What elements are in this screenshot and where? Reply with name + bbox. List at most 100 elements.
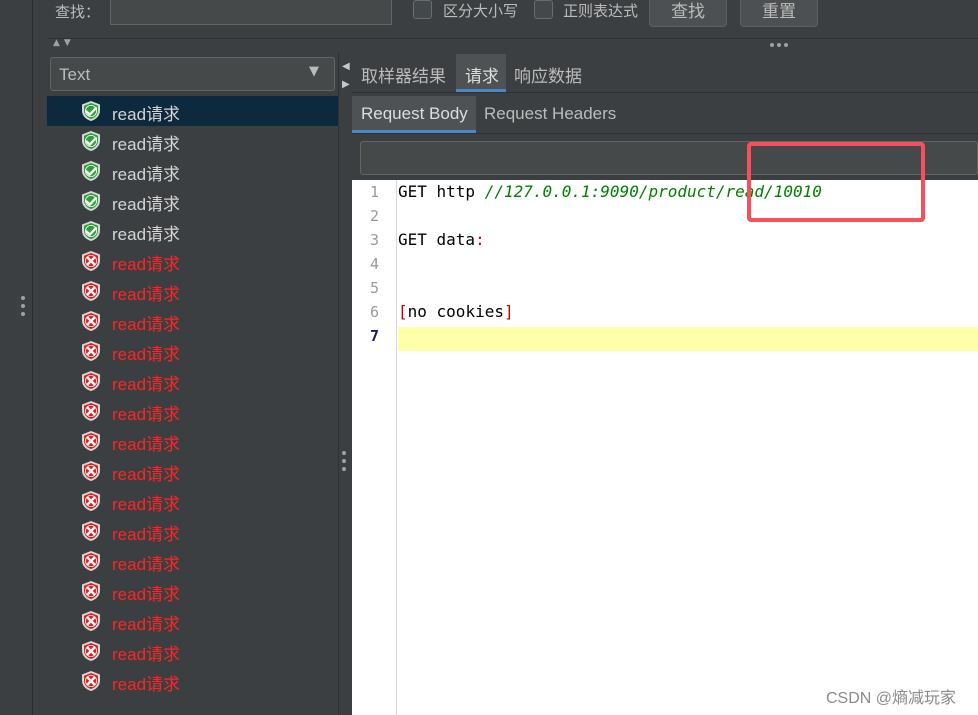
- tree-item-label: read请求: [112, 285, 181, 304]
- renderer-select-value: Text: [59, 65, 91, 84]
- tree-item-label: read请求: [112, 165, 181, 184]
- tree-item[interactable]: read请求: [47, 486, 338, 516]
- code-line-6: [no cookies]: [398, 302, 514, 321]
- tree-item-label: read请求: [112, 555, 181, 574]
- error-shield-icon: [80, 430, 102, 452]
- tab-request-body[interactable]: Request Body: [352, 96, 476, 133]
- tree-item[interactable]: read请求: [47, 306, 338, 336]
- tree-item-label: read请求: [112, 195, 181, 214]
- current-line-highlight: [398, 327, 978, 351]
- tree-item-label: read请求: [112, 105, 181, 124]
- line-number: 2: [369, 207, 379, 225]
- tree-item[interactable]: read请求: [47, 516, 338, 546]
- line-number: 6: [369, 303, 379, 321]
- tree-item[interactable]: read请求: [47, 366, 338, 396]
- regex-checkbox[interactable]: [534, 0, 553, 19]
- success-shield-icon: [80, 130, 102, 152]
- splitter-arrows-icon[interactable]: ◀ ▶: [342, 58, 350, 94]
- request-data-label: GET data: [398, 230, 476, 249]
- request-body-editor[interactable]: [352, 180, 978, 715]
- top-divider: [47, 38, 978, 52]
- tree-item[interactable]: read请求: [47, 426, 338, 456]
- error-shield-icon: [80, 490, 102, 512]
- outer-side-strip: [0, 0, 33, 715]
- error-shield-icon: [80, 250, 102, 272]
- tree-item[interactable]: read请求: [47, 126, 338, 156]
- code-line-3: GET data:: [398, 230, 485, 249]
- tree-item[interactable]: read请求: [47, 546, 338, 576]
- annotation-highlight-box: [747, 142, 925, 222]
- outer-splitter-grip[interactable]: [20, 296, 26, 318]
- error-shield-icon: [80, 400, 102, 422]
- tree-item-label: read请求: [112, 525, 181, 544]
- tree-item-label: read请求: [112, 405, 181, 424]
- error-shield-icon: [80, 610, 102, 632]
- line-number: 1: [369, 183, 379, 201]
- watermark: CSDN @熵减玩家: [826, 690, 957, 707]
- tree-item[interactable]: read请求: [47, 666, 338, 696]
- error-shield-icon: [80, 460, 102, 482]
- request-method: GET http: [398, 182, 476, 201]
- tab-request[interactable]: 请求: [456, 54, 506, 92]
- case-sensitive-label: 区分大小写: [443, 2, 519, 20]
- reset-button[interactable]: 重置: [740, 0, 818, 27]
- error-shield-icon: [80, 310, 102, 332]
- error-shield-icon: [80, 670, 102, 692]
- panel-splitter[interactable]: [338, 52, 352, 715]
- tree-item[interactable]: read请求: [47, 96, 338, 126]
- tab-response-data[interactable]: 响应数据: [514, 62, 582, 87]
- search-input[interactable]: [110, 0, 392, 25]
- error-shield-icon: [80, 340, 102, 362]
- line-number: 3: [369, 231, 379, 249]
- tree-item-label: read请求: [112, 435, 181, 454]
- renderer-select[interactable]: [50, 57, 335, 91]
- tree-item[interactable]: read请求: [47, 216, 338, 246]
- success-shield-icon: [80, 190, 102, 212]
- tree-item[interactable]: read请求: [47, 606, 338, 636]
- tree-item-label: read请求: [112, 645, 181, 664]
- tree-item[interactable]: read请求: [47, 456, 338, 486]
- tree-item[interactable]: read请求: [47, 636, 338, 666]
- tree-item[interactable]: read请求: [47, 336, 338, 366]
- tree-item-label: read请求: [112, 675, 181, 694]
- error-shield-icon: [80, 370, 102, 392]
- tab-sampler-result[interactable]: 取样器结果: [361, 62, 446, 87]
- search-label: 查找：: [55, 3, 101, 21]
- tree-item-label: read请求: [112, 225, 181, 244]
- tree-item-label: read请求: [112, 615, 181, 634]
- error-shield-icon: [80, 550, 102, 572]
- error-shield-icon: [80, 580, 102, 602]
- bracket-close: ]: [503, 302, 514, 321]
- cookies-text: no cookies: [407, 302, 504, 321]
- tree-item-label: read请求: [112, 255, 181, 274]
- tab-request-headers[interactable]: Request Headers: [484, 104, 616, 124]
- tree-item-label: read请求: [112, 495, 181, 514]
- error-shield-icon: [80, 520, 102, 542]
- tree-item-label: read请求: [112, 345, 181, 364]
- case-sensitive-checkbox[interactable]: [413, 0, 432, 19]
- success-shield-icon: [80, 100, 102, 122]
- chevron-down-icon[interactable]: ▼: [309, 64, 319, 79]
- success-shield-icon: [80, 160, 102, 182]
- tree-item[interactable]: read请求: [47, 576, 338, 606]
- tree-item-label: read请求: [112, 135, 181, 154]
- tree-item[interactable]: read请求: [47, 276, 338, 306]
- splitter-grip[interactable]: [342, 451, 348, 471]
- tree-item[interactable]: read请求: [47, 396, 338, 426]
- tree-item[interactable]: read请求: [47, 156, 338, 186]
- error-shield-icon: [80, 640, 102, 662]
- tree-item-label: read请求: [112, 315, 181, 334]
- regex-label: 正则表达式: [563, 2, 639, 20]
- collapse-arrows-icon[interactable]: ▲▼: [53, 38, 75, 48]
- success-shield-icon: [80, 220, 102, 242]
- error-shield-icon: [80, 280, 102, 302]
- line-number: 5: [369, 279, 379, 297]
- line-number-current: 7: [369, 327, 379, 345]
- tabs-divider: [352, 92, 978, 93]
- tree-item[interactable]: read请求: [47, 246, 338, 276]
- drag-handle-icon[interactable]: [770, 43, 790, 47]
- line-number: 4: [369, 255, 379, 273]
- tree-item[interactable]: read请求: [47, 186, 338, 216]
- request-data-colon: :: [475, 230, 485, 249]
- find-button[interactable]: 查找: [649, 0, 727, 27]
